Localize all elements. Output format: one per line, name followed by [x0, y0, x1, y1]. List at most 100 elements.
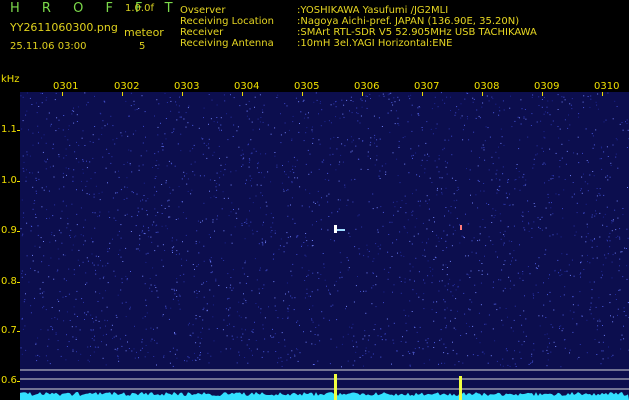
noise-dot: [270, 236, 272, 238]
noise-dot: [35, 217, 37, 218]
noise-dot: [541, 106, 543, 108]
noise-dot: [543, 113, 545, 115]
noise-dot: [187, 191, 189, 192]
noise-dot: [84, 92, 86, 94]
noise-dot: [263, 221, 264, 223]
noise-dot: [65, 148, 67, 150]
noise-dot: [128, 348, 130, 349]
noise-dot: [447, 283, 449, 285]
noise-dot: [37, 337, 39, 339]
noise-dot: [182, 212, 184, 213]
noise-dot: [147, 236, 149, 238]
noise-dot: [89, 141, 91, 143]
noise-dot: [184, 175, 185, 177]
noise-dot: [305, 255, 307, 257]
noise-dot: [194, 161, 196, 163]
noise-dot: [216, 104, 218, 106]
noise-dot: [535, 263, 536, 265]
noise-dot: [486, 95, 488, 97]
noise-dot: [569, 352, 570, 354]
noise-dot: [538, 105, 540, 106]
noise-dot: [214, 180, 216, 181]
noise-dot: [153, 328, 154, 330]
noise-dot: [75, 339, 77, 340]
noise-dot: [23, 301, 25, 303]
noise-dot: [611, 220, 613, 222]
noise-dot: [393, 214, 394, 216]
noise-dot: [266, 269, 268, 271]
noise-dot: [57, 299, 59, 301]
noise-dot: [267, 124, 269, 126]
noise-dot: [612, 254, 614, 256]
noise-dot: [297, 349, 299, 351]
noise-dot: [398, 99, 400, 101]
noise-dot: [333, 240, 335, 242]
noise-dot: [497, 256, 498, 258]
noise-dot: [472, 97, 474, 99]
noise-dot: [559, 328, 560, 329]
noise-dot: [249, 108, 251, 110]
noise-dot: [41, 187, 43, 189]
noise-dot: [579, 274, 581, 275]
x-tick-mark: [62, 92, 63, 96]
noise-dot: [101, 191, 103, 193]
noise-dot: [86, 167, 88, 169]
noise-dot: [399, 182, 401, 184]
noise-dot: [95, 269, 96, 271]
noise-dot: [609, 246, 611, 248]
noise-dot: [22, 217, 24, 218]
noise-dot: [95, 185, 97, 187]
noise-dot: [509, 365, 511, 367]
noise-dot: [243, 293, 244, 295]
noise-dot: [173, 290, 175, 292]
noise-dot: [612, 321, 614, 323]
noise-dot: [530, 362, 532, 364]
noise-dot: [256, 230, 258, 232]
noise-dot: [192, 324, 194, 326]
noise-dot: [289, 170, 291, 172]
noise-dot: [557, 109, 559, 110]
noise-dot: [144, 233, 146, 235]
noise-dot: [78, 249, 80, 251]
noise-dot: [199, 342, 201, 344]
noise-dot: [491, 222, 493, 223]
noise-dot: [413, 352, 415, 354]
noise-dot: [500, 279, 502, 281]
noise-dot: [50, 125, 52, 127]
noise-dot: [87, 311, 89, 313]
noise-dot: [226, 325, 228, 326]
noise-dot: [391, 221, 393, 223]
noise-dot: [320, 101, 321, 103]
noise-dot: [52, 215, 54, 217]
noise-dot: [424, 249, 425, 251]
noise-dot: [421, 127, 423, 128]
noise-dot: [453, 193, 455, 195]
noise-dot: [502, 173, 504, 175]
noise-dot: [531, 113, 533, 115]
noise-dot: [580, 190, 581, 192]
noise-dot: [73, 122, 75, 124]
noise-dot: [531, 97, 533, 98]
noise-dot: [353, 301, 355, 303]
noise-dot: [236, 311, 238, 313]
noise-dot: [170, 110, 172, 112]
x-tick-label: 0304: [234, 81, 260, 92]
noise-dot: [483, 149, 485, 151]
noise-dot: [446, 235, 448, 236]
noise-dot: [560, 366, 562, 368]
x-tick-mark: [302, 92, 303, 96]
noise-dot: [129, 306, 131, 308]
noise-dot: [610, 162, 612, 164]
noise-dot: [541, 99, 543, 100]
noise-dot: [216, 172, 218, 174]
noise-dot: [366, 244, 368, 246]
noise-dot: [514, 363, 516, 365]
noise-dot: [123, 164, 125, 165]
noise-dot: [81, 137, 83, 139]
noise-dot: [80, 207, 82, 209]
noise-dot: [564, 179, 566, 180]
noise-dot: [58, 119, 60, 121]
noise-dot: [251, 330, 253, 332]
noise-dot: [465, 213, 466, 215]
noise-dot: [602, 306, 604, 307]
